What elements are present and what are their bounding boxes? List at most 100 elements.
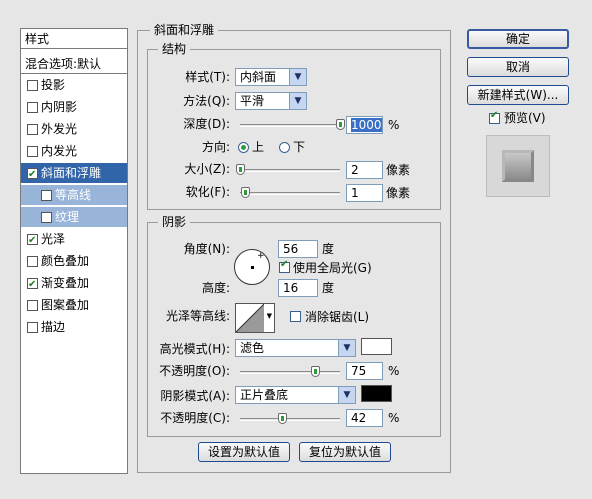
angle-crosshair-icon: + <box>257 251 265 261</box>
style-item-checkbox[interactable] <box>27 146 38 157</box>
size-input[interactable]: 2 <box>346 161 383 179</box>
style-item-label: 内阴影 <box>41 100 78 114</box>
angle-input[interactable]: 56 <box>278 240 318 258</box>
style-item-checkbox[interactable] <box>27 322 38 333</box>
depth-label: 深度(D): <box>183 117 230 131</box>
size-unit: 像素 <box>386 163 411 177</box>
direction-up-label: 上 <box>252 140 265 154</box>
style-item[interactable]: 内发光 <box>21 141 127 161</box>
shadow-opacity-track[interactable] <box>240 418 340 421</box>
depth-input[interactable]: 1000 <box>346 116 383 134</box>
style-select[interactable]: 内斜面 ▼ <box>235 68 307 86</box>
style-item-checkbox[interactable] <box>27 275 38 295</box>
gloss-contour-label: 光泽等高线: <box>165 309 230 323</box>
size-slider-track[interactable] <box>240 169 340 172</box>
shadow-opacity-unit: % <box>388 411 400 425</box>
size-label: 大小(Z): <box>184 162 230 176</box>
style-item-label: 描边 <box>41 320 66 334</box>
technique-label: 方法(Q): <box>183 94 230 108</box>
style-item-label: 图案叠加 <box>41 298 90 312</box>
highlight-opacity-thumb[interactable] <box>311 366 320 377</box>
style-item-checkbox[interactable] <box>27 124 38 135</box>
shadow-opacity-input[interactable]: 42 <box>346 409 383 427</box>
shadow-mode-select[interactable]: 正片叠底 ▼ <box>235 386 356 404</box>
shadow-color-swatch[interactable] <box>361 385 392 402</box>
styles-list: 样式 混合选项:默认 投影内阴影外发光内发光斜面和浮雕等高线纹理光泽颜色叠加渐变… <box>20 28 128 474</box>
shadow-opacity-thumb[interactable] <box>278 413 287 424</box>
chevron-down-icon: ▼ <box>338 387 355 403</box>
shadow-mode-label: 阴影模式(A): <box>160 389 230 403</box>
highlight-mode-select[interactable]: 滤色 ▼ <box>235 339 356 357</box>
style-item-checkbox[interactable] <box>27 300 38 311</box>
style-item-checkbox[interactable] <box>27 165 38 185</box>
style-item[interactable]: 纹理 <box>21 207 127 227</box>
preview-label: 预览(V) <box>504 111 546 125</box>
altitude-unit: 度 <box>322 281 335 295</box>
highlight-opacity-input[interactable]: 75 <box>346 362 383 380</box>
preview-swatch <box>502 150 534 182</box>
soften-input[interactable]: 1 <box>346 184 383 202</box>
style-item-checkbox[interactable] <box>27 231 38 251</box>
style-item[interactable]: 斜面和浮雕 <box>21 163 127 185</box>
direction-up-radio[interactable] <box>238 142 249 153</box>
highlight-opacity-track[interactable] <box>240 371 340 374</box>
technique-select-value: 平滑 <box>240 94 265 108</box>
angle-label: 角度(N): <box>183 242 230 256</box>
style-item-label: 纹理 <box>55 210 80 224</box>
shadow-opacity-label: 不透明度(C): <box>160 411 230 425</box>
style-item-checkbox[interactable] <box>27 102 38 113</box>
altitude-input[interactable]: 16 <box>278 279 318 297</box>
style-item-label: 等高线 <box>55 188 92 202</box>
structure-title: 结构 <box>158 42 191 56</box>
style-item-label: 投影 <box>41 78 66 92</box>
style-item[interactable]: 描边 <box>21 317 127 337</box>
angle-dial[interactable]: + <box>234 249 270 285</box>
soften-unit: 像素 <box>386 186 411 200</box>
chevron-down-icon: ▼ <box>266 312 272 320</box>
global-light-checkbox[interactable] <box>279 259 290 273</box>
style-item-label: 内发光 <box>41 144 78 158</box>
bevel-emboss-title: 斜面和浮雕 <box>150 23 219 37</box>
soften-slider-track[interactable] <box>240 192 340 195</box>
style-item[interactable]: 渐变叠加 <box>21 273 127 295</box>
preview-checkbox[interactable] <box>489 110 500 124</box>
direction-down-radio[interactable] <box>279 142 290 153</box>
new-style-button[interactable]: 新建样式(W)... <box>467 85 569 105</box>
depth-value: 1000 <box>351 118 382 132</box>
reset-default-button[interactable]: 复位为默认值 <box>299 442 391 462</box>
shading-title: 阴影 <box>158 215 191 229</box>
styles-header[interactable]: 样式 <box>21 29 127 49</box>
direction-down-label: 下 <box>293 140 306 154</box>
style-item[interactable]: 等高线 <box>21 185 127 205</box>
style-item[interactable]: 光泽 <box>21 229 127 251</box>
cancel-button[interactable]: 取消 <box>467 57 569 77</box>
style-item[interactable]: 外发光 <box>21 119 127 139</box>
depth-slider-thumb[interactable] <box>336 119 345 130</box>
style-item[interactable]: 图案叠加 <box>21 295 127 315</box>
soften-slider-thumb[interactable] <box>241 187 250 198</box>
highlight-mode-value: 滤色 <box>240 341 265 355</box>
chevron-down-icon: ▼ <box>289 69 306 85</box>
depth-unit: % <box>388 118 400 132</box>
style-item-label: 颜色叠加 <box>41 254 90 268</box>
size-slider-thumb[interactable] <box>236 164 245 175</box>
style-item-checkbox[interactable] <box>27 256 38 267</box>
style-item[interactable]: 投影 <box>21 75 127 95</box>
direction-label: 方向: <box>201 140 230 154</box>
style-item-checkbox[interactable] <box>41 212 52 223</box>
chevron-down-icon: ▼ <box>289 93 306 109</box>
blend-options-item[interactable]: 混合选项:默认 <box>21 54 127 74</box>
technique-select[interactable]: 平滑 ▼ <box>235 92 307 110</box>
style-item-checkbox[interactable] <box>27 80 38 91</box>
ok-button[interactable]: 确定 <box>467 29 569 49</box>
gloss-contour-picker[interactable]: ▼ <box>235 303 275 333</box>
highlight-color-swatch[interactable] <box>361 338 392 355</box>
make-default-button[interactable]: 设置为默认值 <box>198 442 290 462</box>
style-item-label: 光泽 <box>41 232 66 246</box>
depth-slider-track[interactable] <box>240 124 340 127</box>
style-item[interactable]: 内阴影 <box>21 97 127 117</box>
style-item[interactable]: 颜色叠加 <box>21 251 127 271</box>
anti-alias-checkbox[interactable] <box>290 311 301 322</box>
anti-alias-label: 消除锯齿(L) <box>305 310 370 324</box>
style-item-checkbox[interactable] <box>41 190 52 201</box>
